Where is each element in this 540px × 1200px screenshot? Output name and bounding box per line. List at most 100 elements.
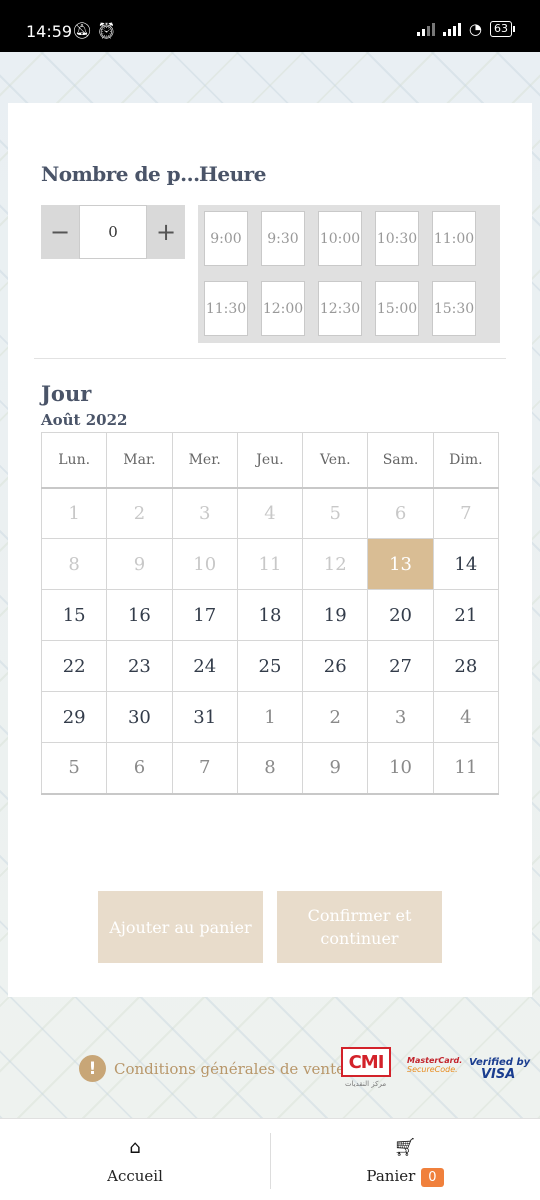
weekday-header: Jeu. [236,432,304,488]
calendar-day[interactable]: 28 [432,640,500,692]
decrement-button[interactable]: − [41,205,79,259]
calendar-day[interactable]: 30 [106,691,173,743]
calendar-week-row: 5 6 7 8 9 10 11 [40,742,500,795]
mastercard-securecode-logo: MasterCard. SecureCode. [407,1056,463,1074]
weekday-header: Sam. [367,432,434,488]
calendar-day: 8 [40,538,108,590]
time-slot-grid: 9:00 9:30 10:00 10:30 11:00 11:30 12:00 … [198,205,500,343]
calendar-day: 2 [106,487,173,539]
calendar-day[interactable]: 15 [40,589,108,641]
calendar-day[interactable]: 7 [171,742,238,795]
weekday-header: Ven. [302,432,369,488]
calendar-day[interactable]: 27 [367,640,434,692]
day-label: Jour [41,381,92,406]
month-label: Août 2022 [41,411,128,429]
alarm-clock-icon: ⏰︎ [96,21,121,40]
calendar-day[interactable]: 8 [236,742,304,795]
weekday-header-row: Lun. Mar. Mer. Jeu. Ven. Sam. Dim. [40,432,500,488]
calendar-week-row: 22 23 24 25 26 27 28 [40,640,500,692]
verified-by-visa-logo: Verified by VISA [469,1057,531,1082]
calendar-day: 10 [171,538,238,590]
add-to-cart-button[interactable]: Ajouter au panier [98,891,263,963]
time-slot[interactable]: 10:30 [375,211,419,266]
cart-count-badge: 0 [421,1168,444,1187]
time-slot[interactable]: 15:00 [375,281,419,336]
weekday-header: Mar. [106,432,173,488]
terms-link[interactable]: ! Conditions générales de vente [79,1055,345,1082]
signal-icon [442,22,461,36]
calendar-day[interactable]: 20 [367,589,434,641]
calendar-day: 4 [236,487,304,539]
guests-stepper: − 0 + [41,205,185,259]
home-icon: ⌂ [129,1137,141,1158]
calendar-day[interactable]: 23 [106,640,173,692]
booking-card: Nombre de p... Heure − 0 + 9:00 9:30 10:… [8,103,532,997]
calendar-day[interactable]: 17 [171,589,238,641]
calendar-day: 6 [367,487,434,539]
time-slot[interactable]: 9:00 [204,211,248,266]
calendar-day[interactable]: 3 [367,691,434,743]
signal-icon [416,22,435,36]
calendar-day[interactable]: 9 [302,742,369,795]
calendar-day[interactable]: 31 [171,691,238,743]
cart-icon: 🛒︎ [393,1137,417,1158]
weekday-header: Lun. [40,432,108,488]
calendar-day[interactable]: 4 [432,691,500,743]
time-slot[interactable]: 10:00 [318,211,362,266]
calendar-day: 3 [171,487,238,539]
time-slot[interactable]: 11:00 [432,211,476,266]
calendar: Lun. Mar. Mer. Jeu. Ven. Sam. Dim. 12345… [40,432,500,795]
calendar-week-row: 8 9 10 11 12 13 14 [40,538,500,590]
calendar-day[interactable]: 2 [302,691,369,743]
battery-icon: 63 [490,21,515,37]
time-slot[interactable]: 11:30 [204,281,248,336]
calendar-day: 5 [302,487,369,539]
increment-button[interactable]: + [147,205,185,259]
calendar-day: 7 [432,487,500,539]
clock: 14:59 [26,22,73,41]
time-slot[interactable]: 9:30 [261,211,305,266]
time-slot[interactable]: 12:00 [261,281,305,336]
calendar-day[interactable]: 6 [106,742,173,795]
calendar-day[interactable]: 11 [432,742,500,795]
info-icon: ! [79,1055,106,1082]
weekday-header: Dim. [432,432,500,488]
calendar-day: 12 [302,538,369,590]
nav-home-label: Accueil [107,1167,163,1185]
nav-home[interactable]: ⌂ Accueil [0,1119,270,1200]
confirm-continue-button[interactable]: Confirmer et continuer [277,891,442,963]
weekday-header: Mer. [171,432,238,488]
calendar-day[interactable]: 22 [40,640,108,692]
guests-input[interactable]: 0 [79,205,147,259]
cmi-logo: CMI [341,1047,391,1077]
calendar-day[interactable]: 16 [106,589,173,641]
calendar-day[interactable]: 10 [367,742,434,795]
calendar-day: 11 [236,538,304,590]
calendar-day[interactable]: 18 [236,589,304,641]
cmi-caption: مركز النقديات [345,1080,387,1088]
nav-cart-label: Panier [366,1167,416,1185]
calendar-day[interactable]: 24 [171,640,238,692]
calendar-week-row: 15 16 17 18 19 20 21 [40,589,500,641]
calendar-day[interactable]: 25 [236,640,304,692]
time-slot[interactable]: 12:30 [318,281,362,336]
calendar-day[interactable]: 21 [432,589,500,641]
calendar-day[interactable]: 5 [40,742,108,795]
status-bar: 14:59 🔕︎⏰︎ ◔ 63 [0,0,540,52]
calendar-day[interactable]: 29 [40,691,108,743]
guests-label: Nombre de p... [41,162,200,186]
calendar-day[interactable]: 26 [302,640,369,692]
calendar-week-row: 29 30 31 1 2 3 4 [40,691,500,743]
time-label: Heure [199,162,266,186]
calendar-day[interactable]: 19 [302,589,369,641]
nav-cart[interactable]: 🛒︎ Panier 0 [270,1119,540,1200]
calendar-day: 1 [40,487,108,539]
terms-label: Conditions générales de vente [114,1059,345,1078]
calendar-day[interactable]: 1 [236,691,304,743]
calendar-day-selected[interactable]: 13 [367,538,434,590]
calendar-week-row: 1234567 [40,487,500,539]
calendar-day[interactable]: 14 [432,538,500,590]
divider [34,358,506,359]
time-slot[interactable]: 15:30 [432,281,476,336]
bottom-navigation: ⌂ Accueil 🛒︎ Panier 0 [0,1118,540,1200]
